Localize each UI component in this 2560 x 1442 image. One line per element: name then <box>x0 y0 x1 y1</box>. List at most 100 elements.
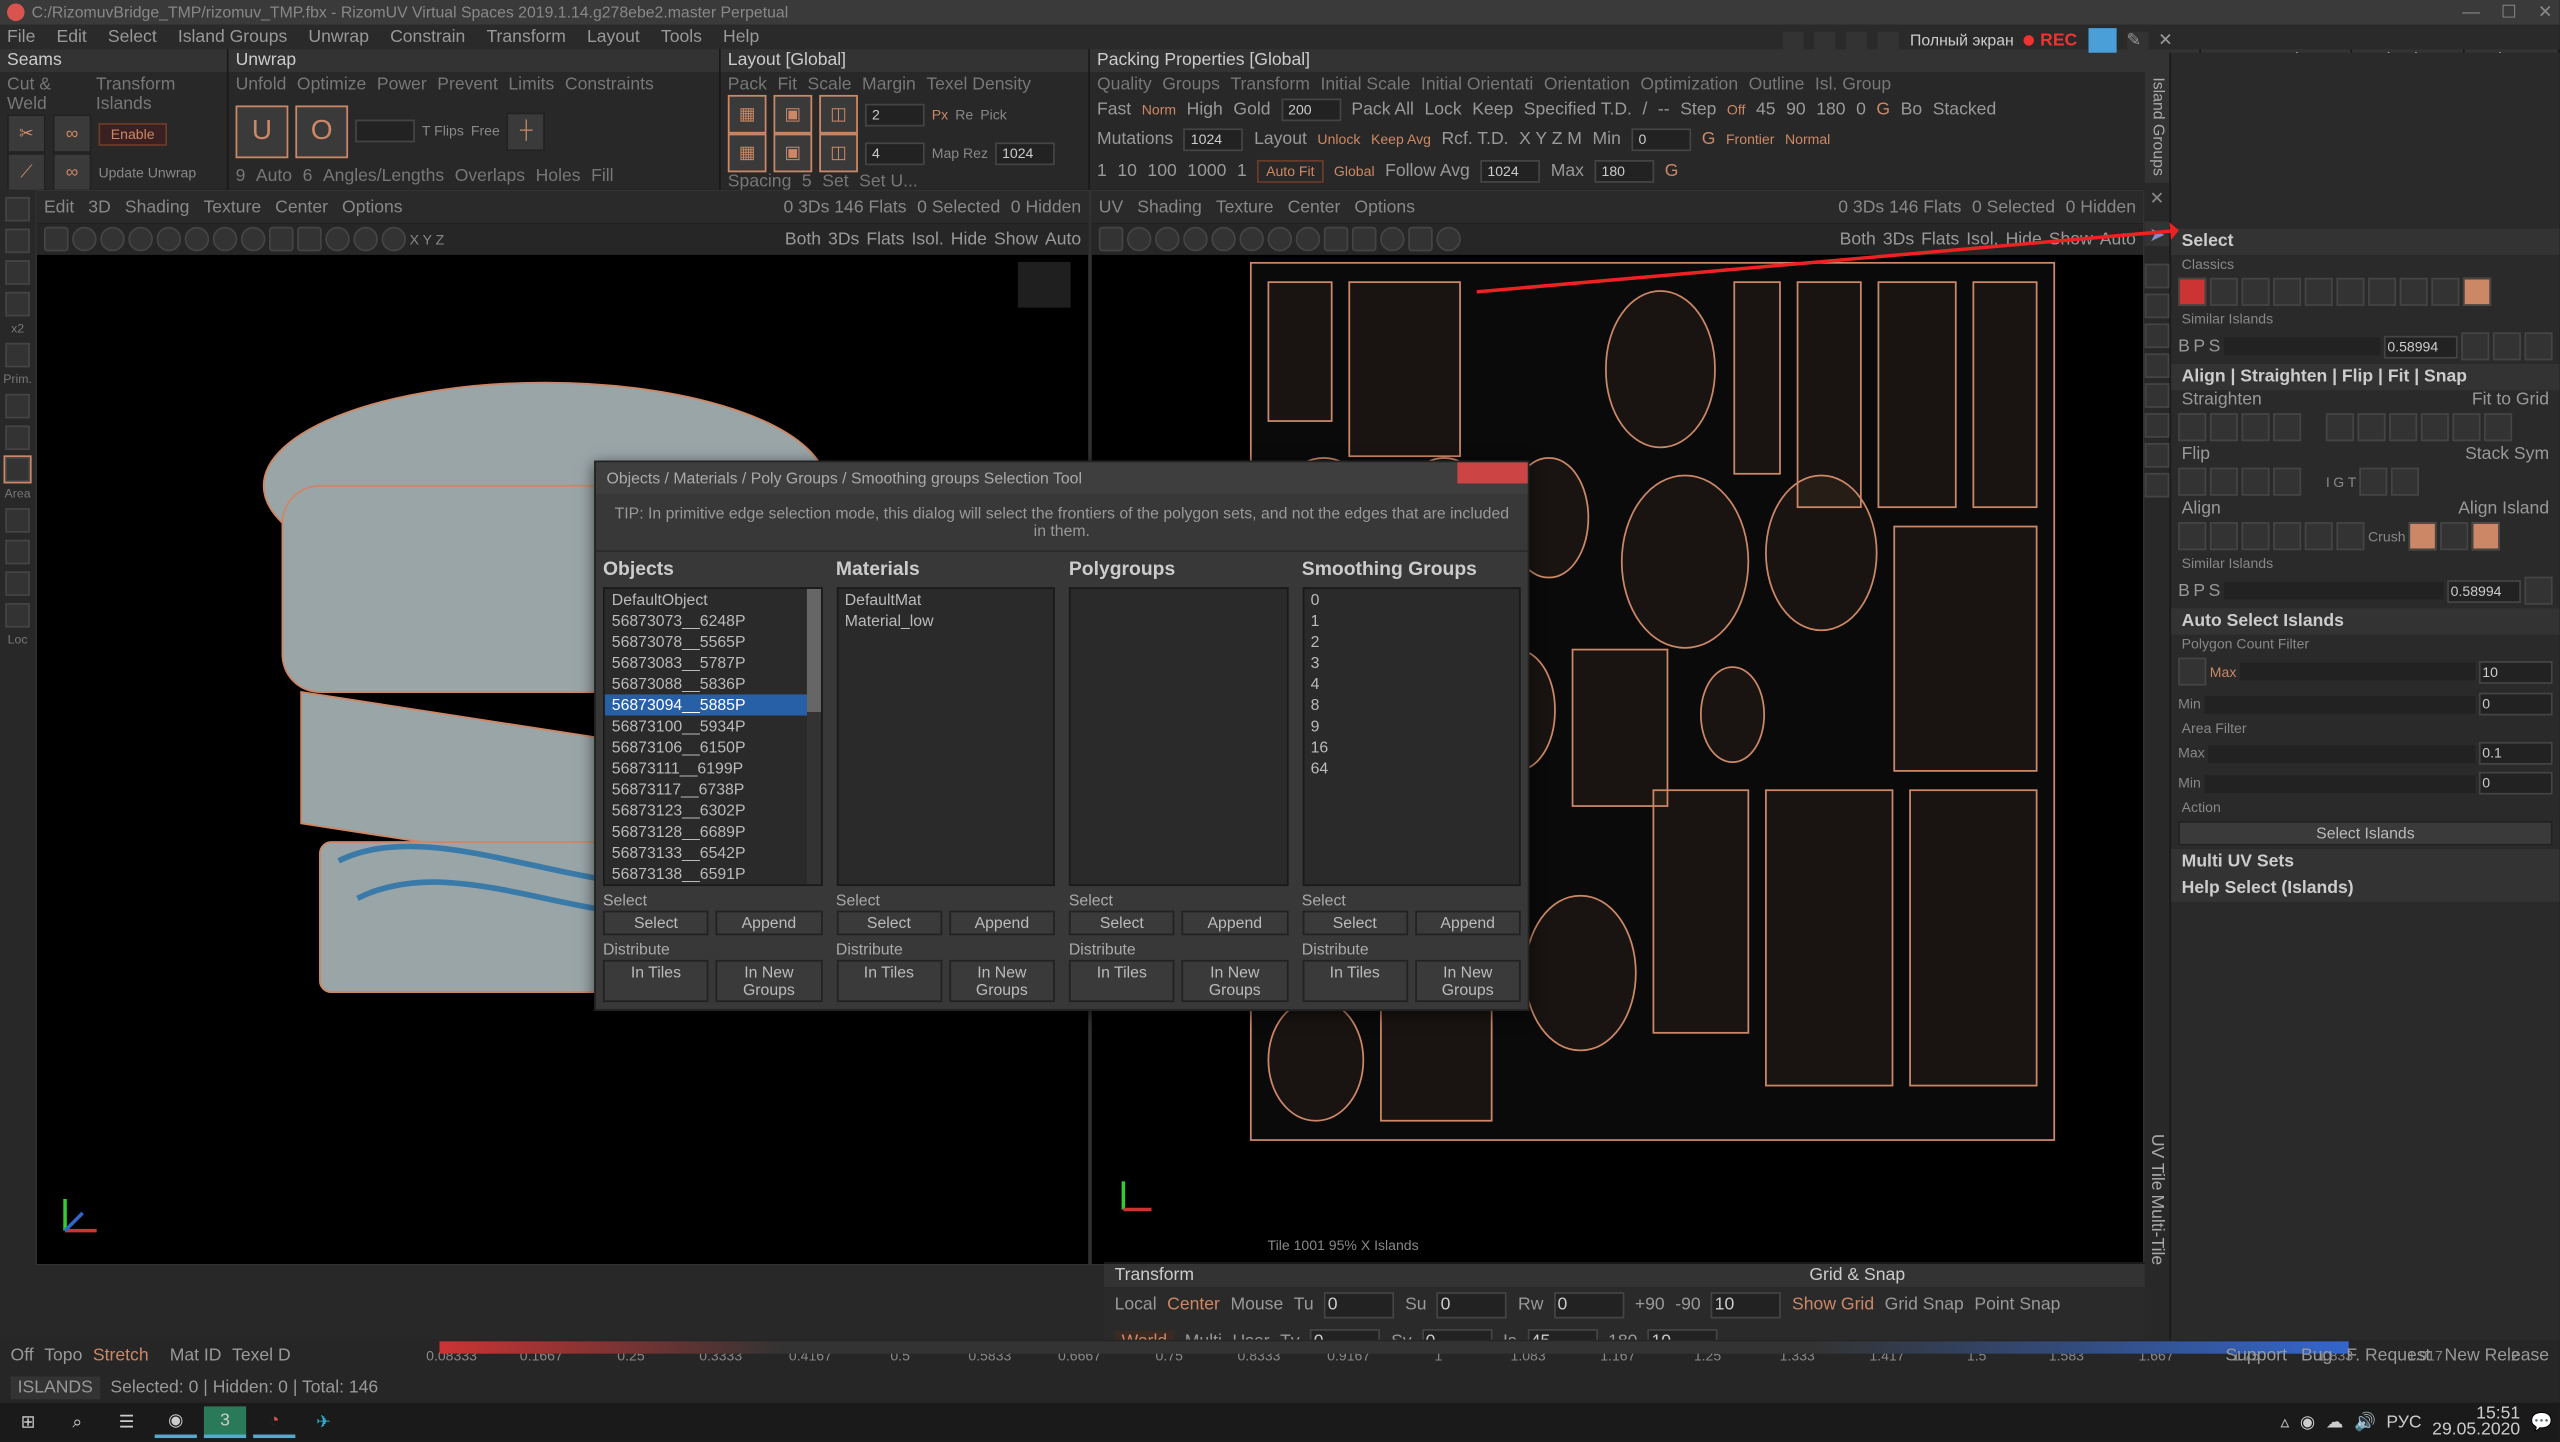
list-item[interactable]: 4 <box>1304 673 1519 694</box>
similar-slider[interactable] <box>2224 338 2380 356</box>
fit-grid-icon[interactable] <box>2326 413 2354 441</box>
shade-mode-icon[interactable] <box>1155 227 1180 252</box>
overlay-pencil-icon[interactable]: ✎ <box>2126 32 2147 50</box>
align-icon[interactable] <box>2273 522 2301 550</box>
fit-grid-icon[interactable] <box>2357 413 2385 441</box>
multi-uv-header[interactable]: Multi UV Sets <box>2171 849 2560 875</box>
overlay-icon[interactable] <box>1847 32 1868 50</box>
select-button[interactable]: Select <box>603 911 709 936</box>
overlay-icon[interactable] <box>1783 32 1804 50</box>
shade-mode-icon[interactable] <box>1099 227 1124 252</box>
pencil-icon[interactable] <box>2145 264 2170 289</box>
similar-slider[interactable] <box>2224 582 2444 600</box>
fit-grid-icon[interactable] <box>2452 413 2480 441</box>
tool-icon[interactable] <box>5 394 30 419</box>
overlay-close-icon[interactable]: ✕ <box>2158 31 2173 50</box>
close-button[interactable]: ✕ <box>2538 3 2553 22</box>
filter-icon[interactable] <box>2178 657 2206 685</box>
select-islands-button[interactable]: Select Islands <box>2178 821 2552 846</box>
light-icon[interactable] <box>381 227 406 252</box>
shade-mode-icon[interactable] <box>1268 227 1293 252</box>
maprez-field[interactable] <box>995 142 1055 165</box>
menu-unwrap[interactable]: Unwrap <box>308 27 369 46</box>
tray-icon[interactable]: ▵ <box>2281 1413 2290 1432</box>
fit-grid-icon[interactable] <box>2421 413 2449 441</box>
overlay-tool-active[interactable] <box>2088 28 2116 53</box>
similar-icon[interactable] <box>2493 332 2521 360</box>
start-button[interactable]: ⊞ <box>7 1406 49 1438</box>
menu-constrain[interactable]: Constrain <box>390 27 465 46</box>
select-classic-icon[interactable] <box>2463 278 2491 306</box>
unfold-button[interactable]: U <box>236 105 289 158</box>
list-item[interactable]: DefaultMat <box>838 589 1053 610</box>
align-icon[interactable] <box>2241 522 2269 550</box>
select-classic-icon[interactable] <box>2273 278 2301 306</box>
crush-icon[interactable] <box>2441 522 2469 550</box>
scrollbar-thumb[interactable] <box>806 589 820 712</box>
notifications-icon[interactable]: 💬 <box>2531 1413 2553 1432</box>
light-icon[interactable] <box>353 227 378 252</box>
list-item[interactable]: 56873106__6150P <box>605 737 820 758</box>
align-icon[interactable] <box>2336 522 2364 550</box>
select-button[interactable]: Select <box>1069 911 1175 936</box>
light-icon[interactable] <box>1436 227 1461 252</box>
rizom-icon[interactable]: ◔ <box>253 1406 295 1438</box>
list-item[interactable]: 56873094__5885P <box>605 694 820 715</box>
list-item[interactable]: 0 <box>1304 589 1519 610</box>
shade-mode-icon[interactable] <box>1211 227 1236 252</box>
power-field[interactable] <box>355 120 415 143</box>
list-item[interactable]: 56873128__6689P <box>605 821 820 842</box>
tool-icon[interactable] <box>5 197 30 222</box>
constraint-icon[interactable]: ┼ <box>507 112 546 151</box>
list-item[interactable]: 9 <box>1304 716 1519 737</box>
close-icon[interactable]: ✕ <box>2145 190 2170 215</box>
overlay-icon[interactable] <box>1815 32 1836 50</box>
select-classic-icon[interactable] <box>2336 278 2364 306</box>
area-tool-icon[interactable] <box>5 457 30 482</box>
stack-icon[interactable] <box>2392 468 2420 496</box>
flip-icon[interactable] <box>2241 468 2269 496</box>
tool-icon[interactable] <box>5 260 30 285</box>
shade-mode-icon[interactable] <box>1296 227 1321 252</box>
list-item[interactable]: 16 <box>1304 737 1519 758</box>
list-item[interactable]: 3 <box>1304 652 1519 673</box>
fit-icon[interactable]: ▣ <box>774 134 813 173</box>
select-classic-icon[interactable] <box>2178 278 2206 306</box>
margin-field[interactable] <box>865 103 925 126</box>
shade-mode-icon[interactable] <box>1127 227 1152 252</box>
list-item[interactable]: 8 <box>1304 694 1519 715</box>
optimize-button[interactable]: O <box>295 105 348 158</box>
minimize-button[interactable]: — <box>2462 3 2480 22</box>
fit-grid-icon[interactable] <box>2484 413 2512 441</box>
weld-tool-icon[interactable]: ∞ <box>53 114 92 153</box>
select-button[interactable]: Select <box>836 911 942 936</box>
shade-mode-icon[interactable] <box>44 227 69 252</box>
scrollbar[interactable] <box>806 589 820 884</box>
tool-icon[interactable] <box>5 425 30 450</box>
lang-indicator[interactable]: РУС <box>2386 1413 2421 1432</box>
scale-icon[interactable]: ◫ <box>819 95 858 134</box>
menu-select[interactable]: Select <box>108 27 157 46</box>
island-groups-tab[interactable]: Island Groups <box>2145 70 2170 183</box>
append-button[interactable]: Append <box>1182 911 1288 936</box>
grid-icon[interactable] <box>1408 227 1433 252</box>
objects-list[interactable]: DefaultObject56873073__6248P56873078__55… <box>603 587 822 886</box>
select-classic-icon[interactable] <box>2210 278 2238 306</box>
tool-icon[interactable] <box>5 603 30 628</box>
color-icon[interactable] <box>2145 473 2170 498</box>
similar-value[interactable] <box>2447 579 2521 602</box>
rect-icon[interactable] <box>2145 353 2170 378</box>
shade-mode-icon[interactable] <box>241 227 266 252</box>
uv-tile-tab[interactable]: UV Tile Multi-Tile <box>2145 1135 2166 1266</box>
select-classic-icon[interactable] <box>2305 278 2333 306</box>
list-item[interactable]: 64 <box>1304 758 1519 779</box>
pack-icon[interactable]: ▦ <box>728 95 767 134</box>
crush-icon[interactable] <box>2409 522 2437 550</box>
list-item[interactable]: 56873088__5836P <box>605 673 820 694</box>
seam-tool-icon[interactable]: ⟋ <box>7 153 46 192</box>
view-cube[interactable] <box>1018 262 1071 308</box>
text-icon[interactable] <box>2145 383 2170 408</box>
menu-help[interactable]: Help <box>723 27 759 46</box>
similar-icon[interactable] <box>2524 577 2552 605</box>
in-tiles-button[interactable]: In Tiles <box>603 960 709 1002</box>
